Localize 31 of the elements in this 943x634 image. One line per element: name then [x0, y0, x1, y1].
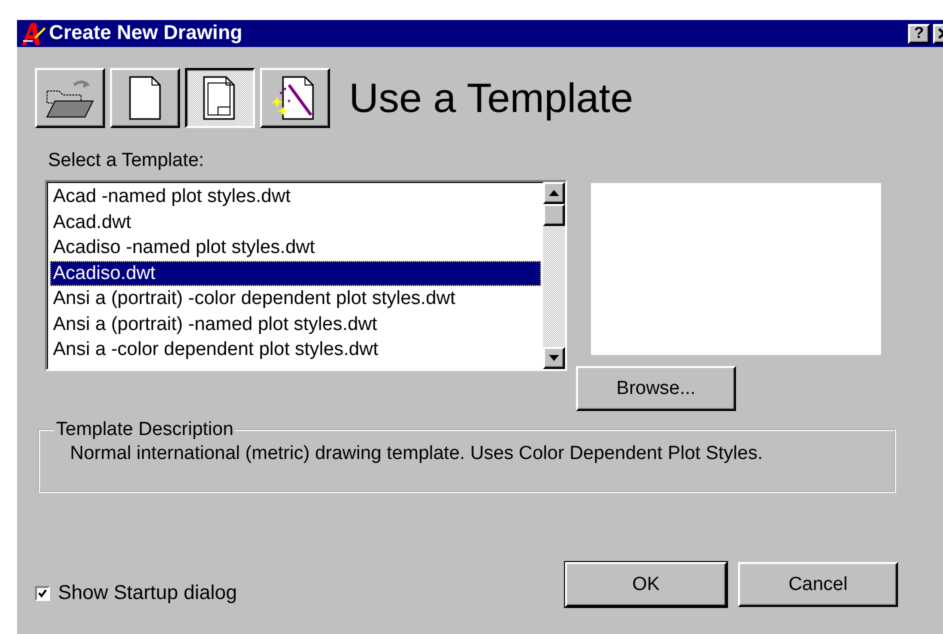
template-item[interactable]: Acadiso.dwt — [50, 260, 541, 286]
window-title: Create New Drawing — [49, 22, 244, 45]
browse-button[interactable]: Browse... — [576, 366, 736, 411]
list-label: Select a Template: — [48, 150, 205, 172]
page-heading: Use a Template — [349, 74, 634, 122]
up-arrow-icon — [549, 190, 559, 196]
page-icon — [127, 75, 163, 121]
scrollbar[interactable] — [543, 182, 565, 369]
scroll-up-button[interactable] — [543, 182, 565, 204]
use-template-button[interactable] — [185, 68, 255, 128]
help-button[interactable]: ? — [908, 24, 930, 44]
open-drawing-button[interactable] — [35, 68, 105, 128]
template-item[interactable]: Ansi a (portrait) -named plot styles.dwt — [50, 312, 541, 337]
template-description: Normal international (metric) drawing template. Uses Color Dependent Plot Styles. — [70, 443, 764, 465]
cancel-button[interactable]: Cancel — [738, 562, 898, 607]
template-item[interactable]: Acad -named plot styles.dwt — [50, 184, 541, 210]
template-item[interactable]: Ansi a (portrait) -color dependent plot styles.dwt — [50, 286, 541, 312]
scroll-thumb[interactable] — [543, 204, 565, 226]
show-startup-checkbox[interactable]: Show Startup dialog — [35, 582, 238, 604]
scroll-down-button[interactable] — [543, 347, 565, 369]
template-item[interactable]: Acad.dwt — [50, 210, 541, 235]
check-icon — [38, 588, 47, 598]
ok-button[interactable]: OK — [565, 562, 728, 607]
use-wizard-button[interactable] — [260, 68, 330, 128]
checkbox[interactable] — [35, 586, 50, 600]
group-label: Template Description — [55, 419, 234, 441]
app-logo-icon — [20, 22, 46, 46]
template-item[interactable]: Ansi a -color dependent plot styles.dwt — [50, 337, 541, 362]
template-item[interactable]: Acadiso -named plot styles.dwt — [50, 235, 541, 260]
down-arrow-icon — [549, 355, 559, 361]
start-from-scratch-button[interactable] — [110, 68, 180, 128]
